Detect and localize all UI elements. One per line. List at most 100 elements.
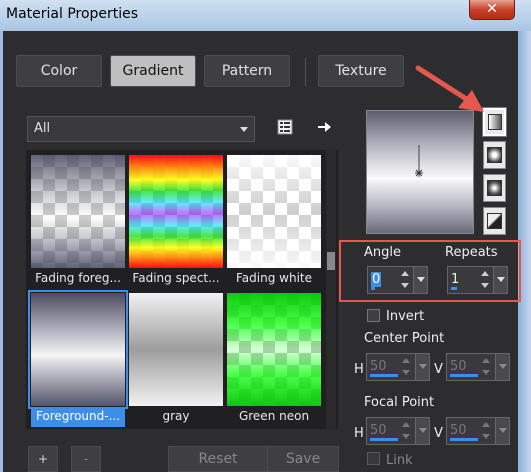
- down-arrow-icon: [401, 283, 409, 288]
- focal-h-slider-fill: [370, 438, 398, 441]
- close-icon: ✕: [486, 1, 498, 17]
- rectangular-gradient-icon: [487, 147, 502, 163]
- invert-checkbox[interactable]: [367, 309, 380, 322]
- center-h-stepper[interactable]: [399, 354, 413, 380]
- focal-v-spinbox[interactable]: 50: [446, 417, 510, 445]
- focal-v-value: 50: [450, 423, 467, 438]
- focal-v-slider-fill: [450, 438, 478, 441]
- radial-style-button[interactable]: [483, 174, 506, 202]
- category-dropdown[interactable]: All: [27, 116, 255, 142]
- focal-v-label: V: [434, 426, 443, 441]
- gradient-label: gray: [162, 409, 190, 423]
- focal-v-dropdown[interactable]: [495, 418, 509, 444]
- repeats-dropdown[interactable]: [493, 267, 507, 293]
- center-v-stepper[interactable]: [479, 354, 493, 380]
- remove-button-label: -: [83, 452, 89, 466]
- up-arrow-icon: [482, 422, 490, 427]
- close-button[interactable]: ✕: [469, 0, 515, 20]
- tab-texture-label: Texture: [335, 63, 387, 79]
- tab-separator: [305, 58, 306, 86]
- gradient-label: Fading spect...: [132, 271, 220, 285]
- focal-h-dropdown[interactable]: [415, 418, 429, 444]
- up-arrow-icon: [402, 358, 410, 363]
- gradient-label: Fading white: [236, 271, 312, 285]
- repeats-slider-fill: [451, 287, 457, 290]
- arrow-right-icon[interactable]: [316, 118, 334, 136]
- tab-pattern[interactable]: Pattern: [204, 55, 290, 87]
- tab-color[interactable]: Color: [16, 55, 102, 87]
- tab-pattern-label: Pattern: [221, 63, 273, 79]
- angle-value: 0: [371, 272, 382, 287]
- angle-spinbox[interactable]: 0: [367, 266, 428, 294]
- grid-scrollbar[interactable]: [326, 150, 336, 429]
- category-dropdown-value: All: [34, 121, 51, 136]
- chevron-down-icon: [240, 127, 248, 132]
- link-checkbox[interactable]: [367, 452, 380, 465]
- gradient-label: Foreground-...: [31, 409, 125, 427]
- tab-color-label: Color: [40, 63, 78, 79]
- up-arrow-icon: [401, 271, 409, 276]
- save-button[interactable]: Save: [267, 446, 339, 472]
- angle-stepper[interactable]: [398, 267, 412, 293]
- scrollbar-thumb[interactable]: [327, 252, 335, 270]
- angle-dropdown[interactable]: [413, 267, 427, 293]
- window-title: Material Properties: [6, 6, 139, 22]
- focal-h-stepper[interactable]: [399, 418, 413, 444]
- center-h-value: 50: [370, 359, 387, 374]
- center-point-label: Center Point: [364, 331, 445, 346]
- center-v-spinbox[interactable]: 50: [446, 353, 510, 381]
- radial-gradient-icon: [487, 180, 502, 196]
- repeats-spinbox[interactable]: 1: [447, 266, 508, 294]
- reset-button-label: Reset: [198, 451, 238, 467]
- center-v-dropdown[interactable]: [495, 354, 509, 380]
- gradient-swatch: [31, 155, 125, 268]
- tab-texture[interactable]: Texture: [318, 55, 404, 87]
- save-button-label: Save: [285, 451, 321, 467]
- remove-gradient-button[interactable]: -: [71, 446, 101, 472]
- focal-point-label: Focal Point: [364, 395, 435, 410]
- down-arrow-icon: [482, 370, 490, 375]
- sunburst-gradient-icon: [487, 213, 502, 229]
- gradient-label: Fading foreg...: [35, 271, 121, 285]
- focal-h-label: H: [354, 426, 364, 441]
- linear-style-button[interactable]: [482, 107, 507, 137]
- reset-button[interactable]: Reset: [168, 446, 268, 472]
- angle-handle-icon[interactable]: [367, 111, 473, 233]
- up-arrow-icon: [482, 358, 490, 363]
- focal-h-value: 50: [370, 423, 387, 438]
- tab-gradient[interactable]: Gradient: [110, 55, 196, 87]
- angle-slider-fill: [371, 287, 375, 290]
- list-view-icon[interactable]: [276, 118, 294, 136]
- angle-label: Angle: [364, 245, 401, 260]
- center-h-slider-fill: [370, 374, 398, 377]
- center-v-value: 50: [450, 359, 467, 374]
- up-arrow-icon: [402, 422, 410, 427]
- title-bar: Material Properties ✕: [0, 0, 531, 31]
- focal-v-stepper[interactable]: [479, 418, 493, 444]
- up-arrow-icon: [481, 271, 489, 276]
- sunburst-style-button[interactable]: [483, 207, 506, 235]
- add-button-label: +: [37, 452, 49, 466]
- add-gradient-button[interactable]: +: [28, 446, 58, 472]
- gradient-label: Green neon: [238, 409, 310, 423]
- center-h-label: H: [354, 362, 364, 377]
- invert-label: Invert: [386, 309, 425, 324]
- repeats-label: Repeats: [445, 245, 498, 260]
- center-h-dropdown[interactable]: [415, 354, 429, 380]
- gradient-swatch: [129, 155, 223, 268]
- down-arrow-icon: [481, 283, 489, 288]
- gradient-swatch: [129, 293, 223, 406]
- center-v-label: V: [434, 362, 443, 377]
- rectangular-style-button[interactable]: [483, 141, 506, 169]
- repeats-stepper[interactable]: [478, 267, 492, 293]
- gradient-swatch: [227, 155, 321, 268]
- tab-gradient-label: Gradient: [122, 63, 184, 79]
- center-h-spinbox[interactable]: 50: [366, 353, 430, 381]
- focal-h-spinbox[interactable]: 50: [366, 417, 430, 445]
- down-arrow-icon: [402, 370, 410, 375]
- gradient-preview[interactable]: [366, 110, 474, 234]
- repeats-value: 1: [451, 272, 460, 287]
- window-frame-left: [0, 31, 3, 472]
- down-arrow-icon: [402, 434, 410, 439]
- linear-gradient-icon: [488, 114, 502, 130]
